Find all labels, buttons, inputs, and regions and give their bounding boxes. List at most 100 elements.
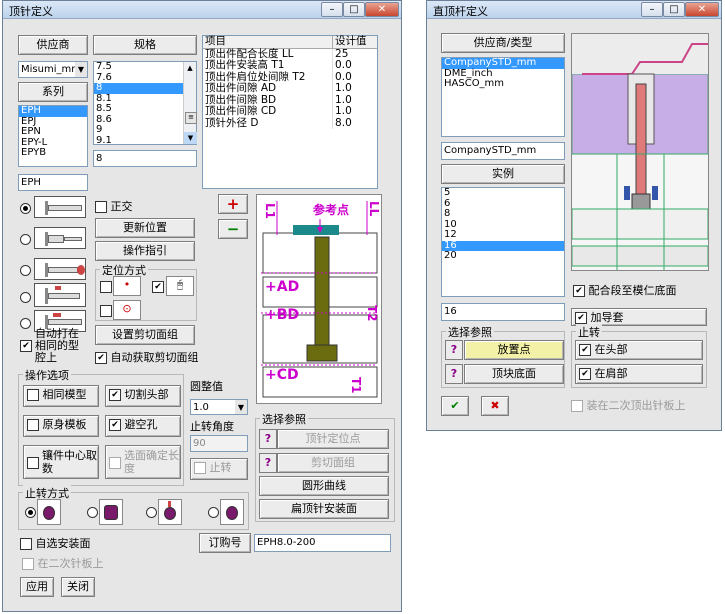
supplier-select[interactable]: Misumi_mm ▼ [18,61,88,78]
cut-head-option[interactable]: ✔ 切割头部 [105,385,181,407]
pin-ref-point-button[interactable]: 顶针定位点 [277,429,389,449]
second-plate-option[interactable]: 装在二次顶出针板上 [571,397,721,413]
original-plate-option[interactable]: 原身模板 [23,415,99,437]
self-install-option[interactable]: 自选安装面 [20,535,160,551]
select-length-option[interactable]: 选面确定长度 [105,445,181,479]
supplier-type-button[interactable]: 供应商/类型 [441,33,565,53]
table-row[interactable]: 顶针外径 D 8.0 [203,117,377,130]
rotation-mode-radio-4[interactable] [208,507,219,518]
second-plate-option[interactable]: 在二次针板上 [20,556,120,572]
remove-button[interactable]: − [218,219,248,239]
ok-button[interactable]: ✔ [441,396,469,416]
shape-radio-5[interactable] [20,317,31,329]
round-curve-button[interactable]: 圆形曲线 [259,476,389,496]
example-button[interactable]: 实例 [441,164,565,184]
shape-radio-3[interactable] [20,264,31,276]
series-value-field[interactable]: EPH [18,174,88,191]
part-center-option[interactable]: 镶件中心取数 [23,445,99,479]
size-value-field[interactable]: 16 [441,303,565,321]
locate-circle-checkbox[interactable] [100,305,112,317]
rotation-mode-radio-1[interactable] [25,507,36,518]
select-length-checkbox[interactable] [109,457,121,469]
supplier-list[interactable]: CompanySTD_mm DME_inch HASCO_mm [441,57,565,137]
list-item[interactable]: CompanySTD_mm [442,58,564,69]
list-item[interactable]: 16 [442,240,564,251]
fit-bottom-option[interactable]: ✔ 配合段至模仁底面 [573,282,713,298]
spec-value-field[interactable]: 8 [93,150,197,167]
spec-button[interactable]: 规格 [93,35,197,55]
spec-scrollbar[interactable]: ▲ ≡ ▼ [183,62,197,144]
rotation-check-option[interactable]: 止转 [190,458,248,480]
locate-mouse-checkbox[interactable]: ✔ [152,281,164,293]
rotation-mode-3-icon[interactable] [158,499,182,525]
rotation-mode-radio-3[interactable] [146,507,157,518]
supplier-value-field[interactable]: CompanySTD_mm [441,142,565,160]
orthogonal-option[interactable]: 正交 [95,198,195,214]
auto-get-cut-checkbox[interactable]: ✔ [95,352,107,364]
place-point-button[interactable]: 放置点 [464,340,564,360]
auto-hit-option[interactable]: ✔ 自动打在相同的型腔上 [18,328,88,364]
close-dialog-button[interactable]: 关闭 [61,577,95,597]
list-item[interactable]: 7.5 [94,62,196,73]
pin-shape-3-icon[interactable] [34,258,86,280]
help-icon[interactable]: ? [259,429,277,449]
set-cut-group-button[interactable]: 设置剪切面组 [95,325,195,345]
property-value-cell[interactable]: 1.0 [333,82,377,95]
auto-get-cut-option[interactable]: ✔ 自动获取剪切面组 [95,349,251,365]
help-icon[interactable]: ? [445,364,463,384]
list-item[interactable]: 20 [442,250,564,262]
point-locate-icon[interactable]: • [113,276,141,296]
rotation-mode-radio-2[interactable] [87,507,98,518]
part-center-checkbox[interactable] [27,457,39,469]
pin-shape-2-icon[interactable] [34,227,86,249]
at-head-option[interactable]: ✔ 在头部 [575,340,703,360]
cut-group-button[interactable]: 剪切面组 [277,453,389,473]
order-number-button[interactable]: 订购号 [199,533,251,553]
rotation-mode-2-icon[interactable] [99,499,123,525]
chevron-down-icon[interactable]: ▼ [75,62,87,77]
list-item[interactable]: 7.6 [94,72,196,84]
operation-guide-button[interactable]: 操作指引 [95,241,195,261]
chevron-down-icon[interactable]: ▼ [235,400,247,414]
circle-locate-icon[interactable]: ⊙ [113,300,141,320]
shape-radio-1[interactable] [20,202,31,214]
at-shoulder-checkbox[interactable]: ✔ [579,368,591,380]
avoid-hole-option[interactable]: ✔ 避空孔 [105,415,181,437]
property-value-cell[interactable]: 8.0 [333,117,377,130]
series-list[interactable]: EPH EPJ EPN EPY-L EPYB [18,105,88,167]
self-install-checkbox[interactable] [20,538,32,550]
mouse-icon[interactable]: 🖰 [166,276,194,296]
table-row[interactable]: 顶出件间隙 AD 1.0 [203,82,377,95]
list-item[interactable]: 10 [442,219,564,231]
series-button[interactable]: 系列 [18,82,88,102]
rotation-checkbox[interactable] [194,462,206,474]
list-item[interactable]: 8.6 [94,114,196,126]
round-select[interactable]: 1.0 ▼ [190,399,248,415]
rotation-angle-field[interactable]: 90 [190,435,248,452]
list-item[interactable]: EPN [19,126,87,138]
list-item[interactable]: 9.1 [94,135,196,144]
locate-point-checkbox[interactable] [100,281,112,293]
auto-hit-checkbox[interactable]: ✔ [20,340,32,352]
apply-button[interactable]: 应用 [20,577,54,597]
at-shoulder-option[interactable]: ✔ 在肩部 [575,364,703,384]
close-button[interactable]: ✕ [685,2,719,17]
cut-head-checkbox[interactable]: ✔ [109,389,121,401]
spec-list[interactable]: 7.5 7.6 8 8.1 8.5 8.6 9 9.1 [93,61,197,145]
original-plate-checkbox[interactable] [27,419,39,431]
list-item[interactable]: 8.5 [94,103,196,115]
minimize-button[interactable]: – [321,2,343,17]
at-head-checkbox[interactable]: ✔ [579,344,591,356]
list-item[interactable]: 5 [442,188,564,199]
list-item[interactable]: EPH [19,106,87,117]
table-row[interactable]: 顶出件间隙 CD 1.0 [203,105,377,118]
update-position-button[interactable]: 更新位置 [95,218,195,238]
shape-radio-4[interactable] [20,291,31,303]
shape-radio-2[interactable] [20,233,31,245]
list-item[interactable]: 9 [94,124,196,136]
rotation-mode-4-icon[interactable] [220,499,244,525]
orthogonal-checkbox[interactable] [95,201,107,213]
avoid-hole-checkbox[interactable]: ✔ [109,419,121,431]
pin-shape-1-icon[interactable] [34,196,86,218]
maximize-button[interactable]: □ [663,2,685,17]
